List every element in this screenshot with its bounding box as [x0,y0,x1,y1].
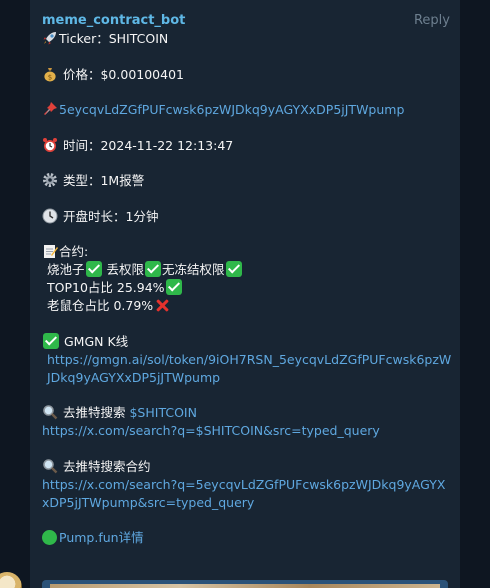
magnifier-icon [42,404,58,420]
duration-text: 开盘时长：1分钟 [62,208,159,224]
type-line: 类型：1M报警 [42,172,452,190]
price-line: $ 价格：$0.00100401 [42,66,452,84]
rocket-icon [42,30,58,46]
preview-image [50,584,440,588]
sender-name[interactable]: meme_contract_bot [42,12,452,30]
contract-header-line: 合约: [42,243,452,261]
pump-fun-link[interactable]: Pump.fun详情 [59,530,144,545]
pin-icon [42,101,58,117]
search-contract-label: 去推特搜索合约 [62,458,151,474]
gmgn-label: GMGN K线 [63,333,129,349]
burn-pool-text: 烧池子 [47,262,85,277]
pump-line: Pump.fun详情 [42,529,452,547]
duration-line: 开盘时长：1分钟 [42,208,452,226]
no-freeze-text: 无冻结权限 [162,262,225,277]
price-text: 价格：$0.00100401 [62,66,184,82]
address-line: 5eycqvLdZGfPUFcwsk6pzWJDkq9yAGYXxDP5jJTW… [42,101,452,119]
check-mark-icon [85,261,102,277]
search-contract-link[interactable]: https://x.com/search?q=5eycqvLdZGfPUFcws… [42,476,446,512]
chat-view: Reply meme_contract_bot Ticker：SHITCOIN … [0,0,490,588]
type-text: 类型：1M报警 [62,173,145,188]
search-line: 去推特搜索 $SHITCOIN [42,404,452,422]
magnifier-icon [42,458,58,474]
gear-icon [42,172,58,188]
search-link[interactable]: https://x.com/search?q=$SHITCOIN&src=typ… [42,422,452,440]
gmgn-link[interactable]: https://gmgn.ai/sol/token/9iOH7RSN_5eycq… [42,351,452,387]
ticker-line: Ticker：SHITCOIN [42,30,452,48]
rat-line: 老鼠仓占比 0.79% [42,297,452,315]
time-line: 时间：2024-11-22 12:13:47 [42,137,452,155]
time-text: 时间：2024-11-22 12:13:47 [62,137,234,153]
alarm-clock-icon [42,137,58,153]
cross-mark-icon [154,297,170,313]
search-contract-line: 去推特搜索合约 [42,458,452,476]
renounced-text: 丢权限 [102,262,144,277]
bot-avatar[interactable] [0,572,22,588]
contract-header-text: 合约: [59,244,89,259]
search-label: 去推特搜索 [62,405,126,420]
check-mark-icon [225,261,242,277]
check-mark-icon [43,332,59,349]
top10-line: TOP10占比 25.94% [42,279,452,297]
message-body: meme_contract_bot Ticker：SHITCOIN $ 价格：$… [42,12,452,547]
check-mark-icon [145,261,161,277]
contract-permissions-line: 烧池子 丢权限 无冻结权限 [42,261,452,279]
gmgn-line: GMGN K线 [42,332,452,351]
contract-address-link[interactable]: 5eycqvLdZGfPUFcwsk6pzWJDkq9yAGYXxDP5jJTW… [59,102,404,117]
check-mark-icon [165,279,182,295]
memo-icon [42,243,58,259]
search-term-link[interactable]: $SHITCOIN [129,405,196,420]
top10-text: TOP10占比 25.94% [47,280,165,295]
ticker-text: Ticker：SHITCOIN [59,31,169,46]
svg-text:$: $ [48,73,52,81]
link-preview[interactable] [42,580,448,588]
clock-icon [42,208,58,224]
money-bag-icon: $ [42,66,58,82]
green-circle-icon [42,530,57,545]
rat-text: 老鼠仓占比 0.79% [47,298,154,313]
